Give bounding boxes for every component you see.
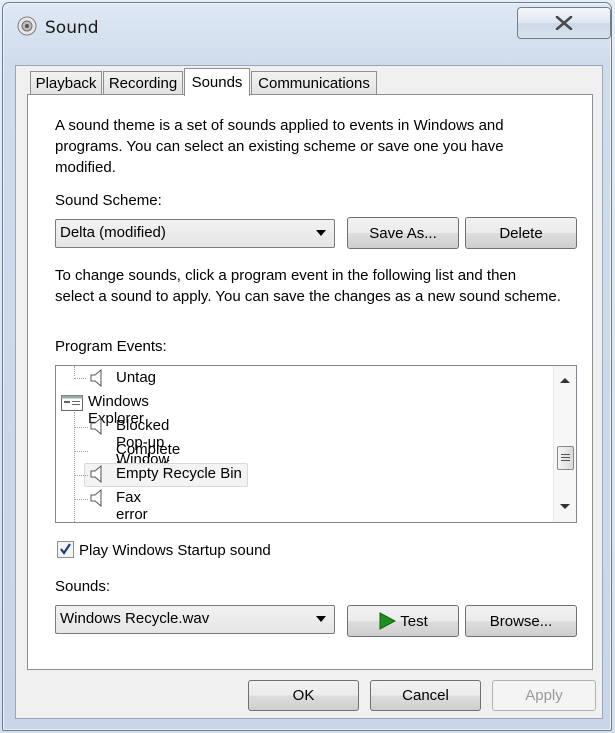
- scroll-down-icon[interactable]: [559, 503, 571, 511]
- cancel-button[interactable]: Cancel: [370, 680, 481, 711]
- window-icon: [61, 395, 83, 411]
- delete-button[interactable]: Delete: [465, 217, 577, 249]
- program-events-label: Program Events:: [55, 338, 167, 355]
- sound-scheme-dropdown[interactable]: Delta (modified): [55, 219, 335, 248]
- speaker-icon: [90, 465, 102, 483]
- sound-scheme-label: Sound Scheme:: [55, 192, 162, 209]
- checkmark-icon: [60, 543, 71, 555]
- tab-playback[interactable]: Playback: [30, 71, 102, 94]
- sound-scheme-value: Delta (modified): [60, 224, 166, 241]
- speaker-icon: [90, 417, 102, 435]
- tab-communications[interactable]: Communications: [251, 71, 377, 94]
- dialog-client-area: Playback Recording Sounds Communications…: [15, 65, 603, 719]
- chevron-down-icon: [316, 616, 326, 622]
- apply-button[interactable]: Apply: [492, 680, 596, 711]
- startup-sound-checkbox[interactable]: [57, 541, 74, 558]
- change-text-line-2: select a sound to apply. You can save th…: [55, 288, 561, 305]
- close-button[interactable]: [517, 7, 611, 39]
- sounds-label: Sounds:: [55, 578, 111, 595]
- play-icon: [379, 612, 397, 630]
- sound-file-value: Windows Recycle.wav: [60, 610, 210, 627]
- test-button[interactable]: Test: [347, 605, 459, 637]
- browse-button[interactable]: Browse...: [465, 605, 577, 637]
- speaker-app-icon: [17, 16, 37, 36]
- program-events-list[interactable]: Untag Windows Explorer Blocked Pop-up Wi…: [55, 365, 577, 523]
- ok-button[interactable]: OK: [248, 680, 359, 711]
- startup-sound-label[interactable]: Play Windows Startup sound: [79, 540, 271, 561]
- speaker-icon: [90, 489, 102, 507]
- description-line-2: programs. You can select an existing sch…: [55, 138, 504, 155]
- close-icon: [555, 16, 573, 30]
- scroll-up-icon[interactable]: [559, 376, 571, 384]
- description-line-3: modified.: [55, 159, 116, 176]
- change-text-line-1: To change sounds, click a program event …: [55, 267, 517, 284]
- sounds-panel: A sound theme is a set of sounds applied…: [27, 94, 593, 670]
- tab-recording[interactable]: Recording: [103, 71, 183, 94]
- sound-dialog: Sound Playback Recording Sounds Communic…: [2, 2, 612, 731]
- scrollbar-thumb[interactable]: [557, 446, 574, 470]
- tab-sounds[interactable]: Sounds: [184, 68, 250, 96]
- chevron-down-icon: [316, 230, 326, 236]
- sound-file-dropdown[interactable]: Windows Recycle.wav: [55, 605, 335, 634]
- description-line-1: A sound theme is a set of sounds applied…: [55, 117, 504, 134]
- speaker-icon: [90, 369, 102, 387]
- save-as-button[interactable]: Save As...: [347, 217, 459, 249]
- window-title: Sound: [45, 18, 99, 38]
- events-scrollbar[interactable]: [553, 366, 576, 522]
- test-label: Test: [400, 612, 428, 630]
